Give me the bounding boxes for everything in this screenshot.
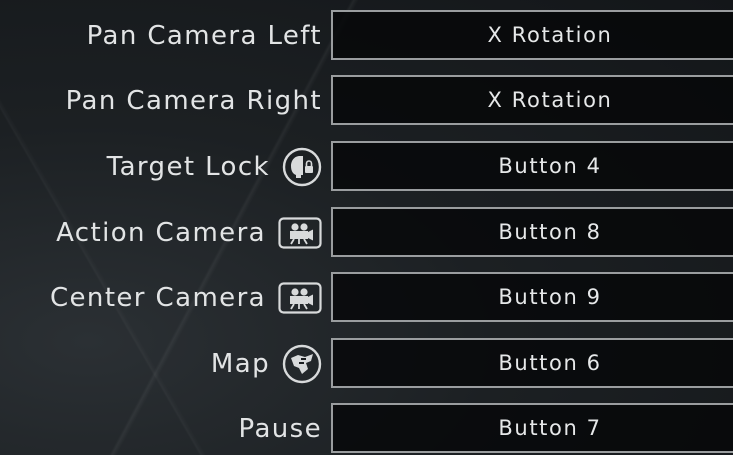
binding-button[interactable]: X Rotation xyxy=(331,75,733,125)
target-lock-icon xyxy=(282,147,322,187)
binding-value: Button 4 xyxy=(498,154,602,178)
binding-button[interactable]: Button 7 xyxy=(331,403,733,453)
action-name: Pan Camera Left xyxy=(86,21,322,51)
action-name: Map xyxy=(210,349,270,379)
binding-value: Button 8 xyxy=(498,220,602,244)
action-label: Pan Camera Right xyxy=(66,75,322,127)
action-name: Action Camera xyxy=(56,218,266,248)
binding-button[interactable]: Button 4 xyxy=(331,141,733,191)
binding-row-action-camera: Action Camera Button 8 xyxy=(0,207,733,259)
action-label: Action Camera xyxy=(56,207,322,259)
binding-value: Button 6 xyxy=(498,351,602,375)
binding-row-pan-camera-left: Pan Camera Left X Rotation xyxy=(0,10,733,62)
camera-icon xyxy=(278,282,322,314)
binding-value: X Rotation xyxy=(487,88,613,112)
binding-value: Button 9 xyxy=(498,285,602,309)
binding-button[interactable]: X Rotation xyxy=(331,10,733,60)
binding-button[interactable]: Button 9 xyxy=(331,272,733,322)
action-name: Target Lock xyxy=(106,152,270,182)
action-label: Map xyxy=(211,338,322,390)
binding-button[interactable]: Button 6 xyxy=(331,338,733,388)
action-name: Pause xyxy=(238,414,322,444)
binding-row-pause: Pause Button 7 xyxy=(0,403,733,455)
binding-row-target-lock: Target Lock Button 4 xyxy=(0,141,733,193)
action-label: Target Lock xyxy=(107,141,322,193)
binding-row-center-camera: Center Camera Button 9 xyxy=(0,272,733,324)
action-name: Pan Camera Right xyxy=(65,86,322,116)
binding-row-map: Map Button 6 xyxy=(0,338,733,390)
action-label: Center Camera xyxy=(50,272,322,324)
action-label: Pause xyxy=(239,403,322,455)
binding-value: Button 7 xyxy=(498,416,602,440)
binding-row-pan-camera-right: Pan Camera Right X Rotation xyxy=(0,75,733,127)
binding-button[interactable]: Button 8 xyxy=(331,207,733,257)
camera-icon xyxy=(278,217,322,249)
binding-value: X Rotation xyxy=(487,23,613,47)
action-label: Pan Camera Left xyxy=(87,10,322,62)
map-icon xyxy=(282,344,322,384)
action-name: Center Camera xyxy=(49,283,266,313)
